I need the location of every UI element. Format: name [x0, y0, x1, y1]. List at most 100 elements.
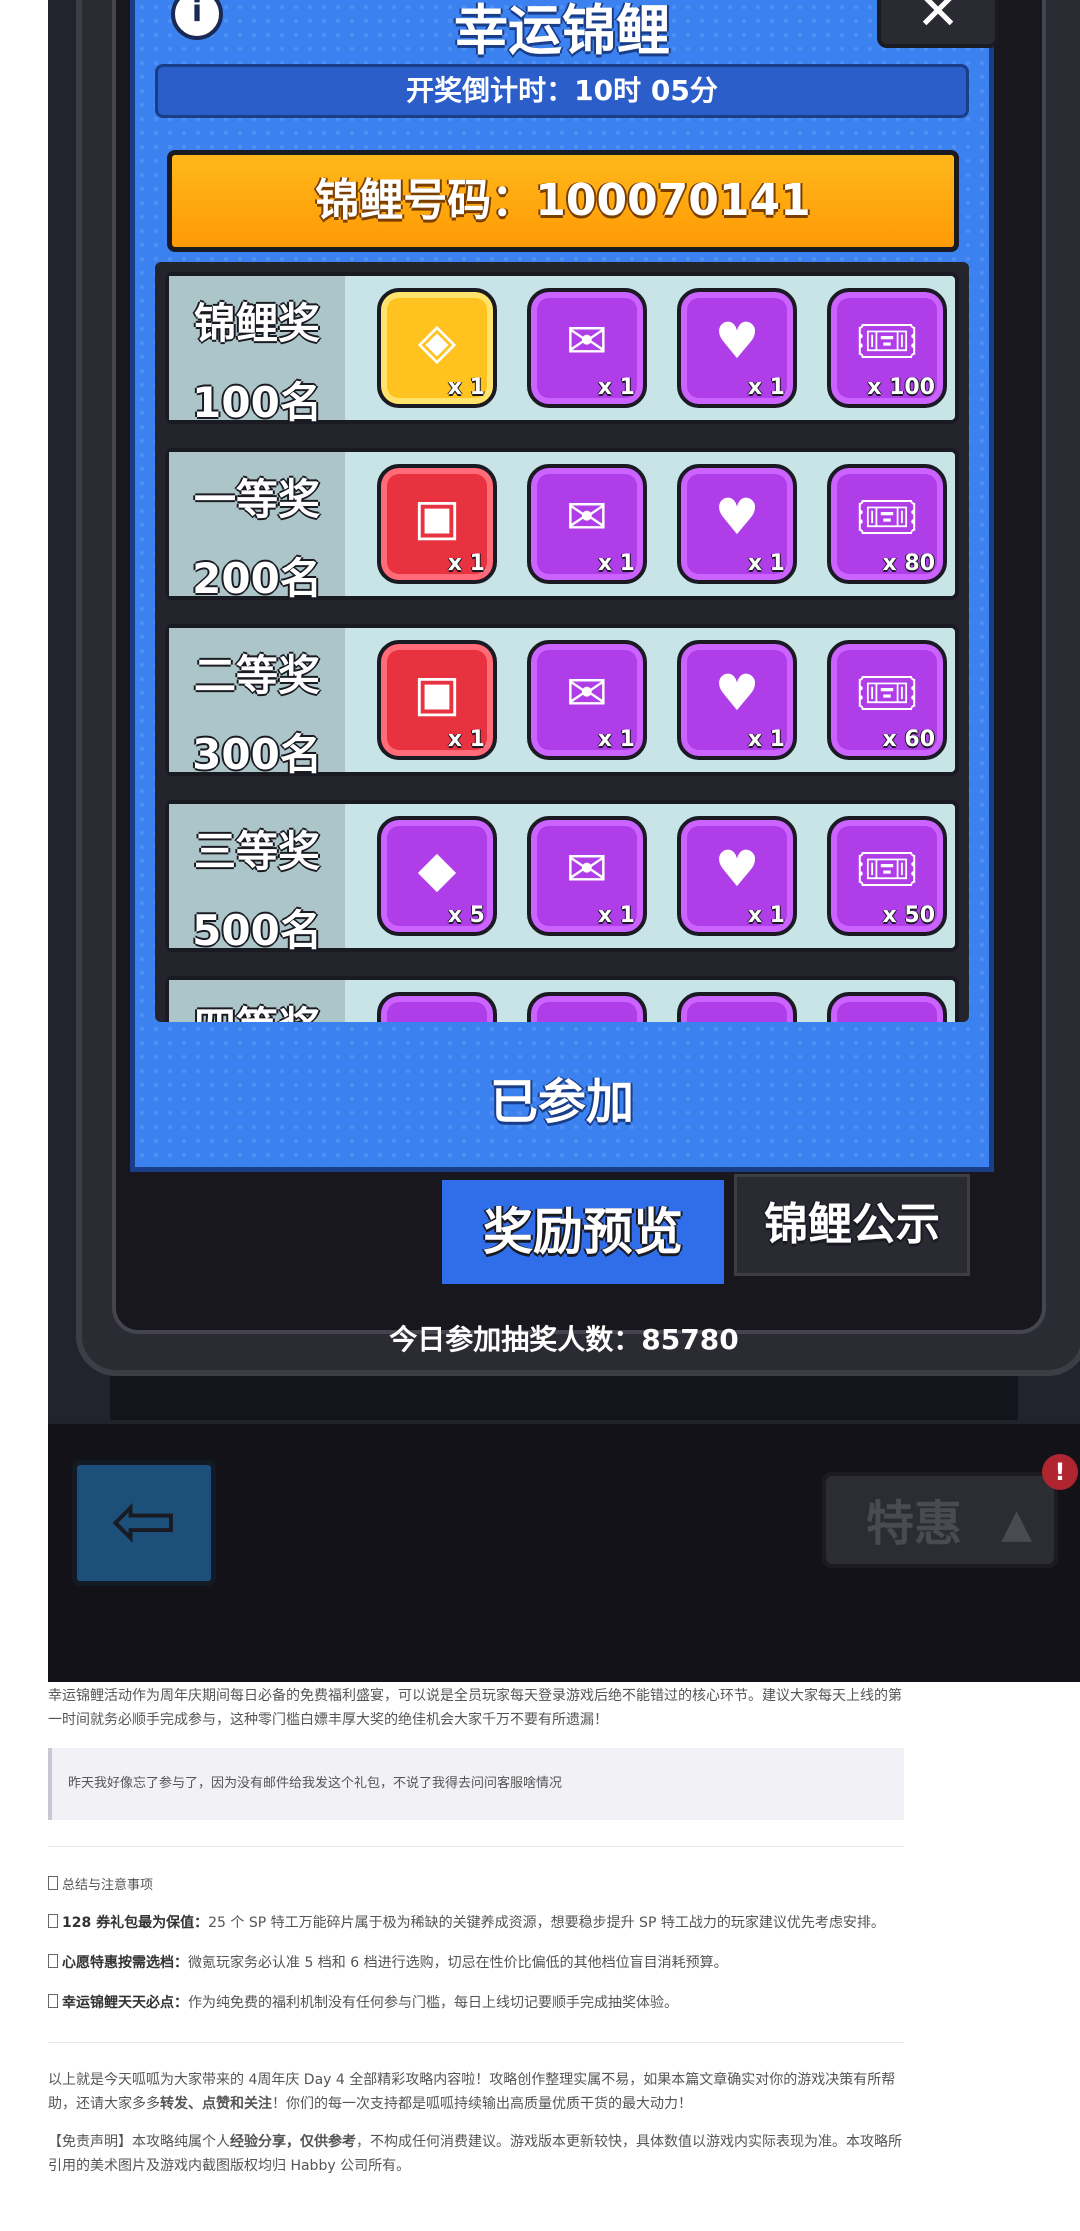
prize-item[interactable]: ✉ x 1	[527, 640, 647, 760]
prize-quantity: x 1	[747, 551, 785, 576]
prize-item[interactable]	[827, 992, 947, 1022]
bottom-bar: ⇦ 特惠 ▲ !	[48, 1420, 1080, 1682]
heart-envelope-icon: ✉	[566, 312, 608, 370]
red-chest-icon: ▣	[413, 488, 461, 546]
prize-tier-count: 300名	[192, 730, 322, 779]
prize-item[interactable]	[677, 992, 797, 1022]
modal-title: 幸运锦鲤	[454, 0, 670, 62]
joined-button[interactable]: 已参加	[135, 1062, 989, 1132]
prize-quantity: x 1	[597, 551, 635, 576]
summary-item: 幸运锦鲤天天必点：作为纯免费的福利机制没有任何参与门槛，每日上线切记要顺手完成抽…	[48, 1992, 904, 2012]
prize-quantity: x 1	[597, 727, 635, 752]
prize-quantity: x 80	[882, 551, 935, 576]
prize-item[interactable]: ✉ x 1	[527, 288, 647, 408]
placeholder-glyph-icon	[48, 1914, 58, 1928]
heart-card-icon: ♥	[714, 488, 760, 546]
prize-item[interactable]: ♥ x 1	[677, 816, 797, 936]
prize-item[interactable]: ▣ x 1	[377, 640, 497, 760]
prize-row: 三等奖 500名 ◆ x 5 ✉ x 1 ♥ x 1 🎟 x 50	[165, 800, 959, 955]
ticket-icon: 🎟	[855, 840, 919, 898]
prize-tier-count: 200名	[192, 554, 322, 603]
prize-tier-label: 二等奖 300名	[169, 628, 345, 779]
prize-quantity: x 60	[882, 727, 935, 752]
special-offer-label: 特惠	[866, 1496, 963, 1552]
divider	[48, 2042, 904, 2043]
ticket-icon: 🎟	[855, 488, 919, 546]
red-chest-icon: ▣	[413, 664, 461, 722]
lucky-koi-modal: i 幸运锦鲤 ✕ 开奖倒计时：10时 05分 锦鲤号码：100070141 锦鲤…	[130, 0, 999, 1172]
prize-item[interactable]: 🎟 x 60	[827, 640, 947, 760]
arrow-up-icon: ▲	[1001, 1501, 1032, 1547]
heart-card-icon: ♥	[714, 312, 760, 370]
close-button[interactable]: ✕	[877, 0, 999, 48]
prize-tier-title: 一等奖	[193, 475, 320, 524]
prize-quantity: x 1	[447, 727, 485, 752]
prize-quantity: x 5	[447, 903, 485, 928]
prize-item[interactable]: ◆ x 5	[377, 816, 497, 936]
prize-quantity: x 50	[882, 903, 935, 928]
prize-item[interactable]: ♥ x 1	[677, 288, 797, 408]
prize-quantity: x 1	[597, 375, 635, 400]
heart-envelope-icon: ✉	[566, 664, 608, 722]
section-title: 总结与注意事项	[48, 1874, 904, 1893]
prize-item[interactable]: ♥ x 1	[677, 640, 797, 760]
prize-tier-label: 四等奖	[169, 980, 345, 1022]
prize-tier-count: 500名	[192, 906, 322, 955]
prize-quantity: x 1	[747, 375, 785, 400]
koi-number: 锦鲤号码：100070141	[167, 150, 959, 252]
prize-tier-title: 四等奖	[169, 994, 345, 1022]
prize-tier-title: 锦鲤奖	[193, 299, 320, 348]
prize-item[interactable]: ♥ x 1	[677, 464, 797, 584]
prize-list[interactable]: 锦鲤奖 100名 ◈ x 1 ✉ x 1 ♥ x 1 🎟 x 100 一等奖 200名 ▣ x 1 ✉ x 1…	[155, 262, 969, 1022]
countdown-timer: 开奖倒计时：10时 05分	[155, 64, 969, 118]
participants-count: 今日参加抽奖人数：85780	[389, 1323, 739, 1356]
prize-item[interactable]: ✉ x 1	[527, 816, 647, 936]
prize-item[interactable]: 🎟 x 80	[827, 464, 947, 584]
closing-paragraph: 以上就是今天呱呱为大家带来的 4周年庆 Day 4 全部精彩攻略内容啦！攻略创作…	[48, 2072, 896, 2112]
ticket-icon: 🎟	[855, 312, 919, 370]
prize-row: 锦鲤奖 100名 ◈ x 1 ✉ x 1 ♥ x 1 🎟 x 100	[165, 272, 959, 427]
prize-tier-title: 三等奖	[193, 827, 320, 876]
game-screenshot: i 幸运锦鲤 ✕ 开奖倒计时：10时 05分 锦鲤号码：100070141 锦鲤…	[48, 0, 1080, 1682]
placeholder-glyph-icon	[48, 1876, 58, 1890]
placeholder-glyph-icon	[48, 1954, 58, 1968]
prize-quantity: x 100	[867, 375, 935, 400]
back-arrow-icon: ⇦	[110, 1474, 178, 1567]
prize-tier-label: 锦鲤奖 100名	[169, 276, 345, 427]
prize-row: 四等奖	[165, 976, 959, 1022]
prize-quantity: x 1	[597, 903, 635, 928]
prize-tier-label: 三等奖 500名	[169, 804, 345, 955]
prize-item[interactable]: 🎟 x 50	[827, 816, 947, 936]
prize-item[interactable]	[527, 992, 647, 1022]
article-paragraph: 幸运锦鲤活动作为周年庆期间每日必备的免费福利盛宴，可以说是全员玩家每天登录游戏后…	[48, 1688, 902, 1728]
divider	[48, 1846, 904, 1847]
prize-row: 二等奖 300名 ▣ x 1 ✉ x 1 ♥ x 1 🎟 x 60	[165, 624, 959, 779]
summary-item: 心愿特惠按需选档：微氪玩家务必认准 5 档和 6 档进行选购，切忌在性价比偏低的…	[48, 1952, 904, 1972]
tab-koi-announcement[interactable]: 锦鲤公示	[734, 1174, 970, 1276]
special-offer-button[interactable]: 特惠 ▲	[822, 1472, 1058, 1568]
prize-item[interactable]: 🎟 x 100	[827, 288, 947, 408]
placeholder-glyph-icon	[48, 1994, 58, 2008]
prize-item[interactable]: ◈ x 1	[377, 288, 497, 408]
prize-tier-title: 二等奖	[193, 651, 320, 700]
quote-block: 昨天我好像忘了参与了，因为没有邮件给我发这个礼包，不说了我得去问问客服啥情况	[48, 1748, 904, 1820]
prize-row: 一等奖 200名 ▣ x 1 ✉ x 1 ♥ x 1 🎟 x 80	[165, 448, 959, 603]
heart-card-icon: ♥	[714, 840, 760, 898]
heart-envelope-icon: ✉	[566, 840, 608, 898]
prize-quantity: x 1	[747, 903, 785, 928]
prize-item[interactable]: ✉ x 1	[527, 464, 647, 584]
prize-quantity: x 1	[747, 727, 785, 752]
heart-card-icon: ♥	[714, 664, 760, 722]
prize-quantity: x 1	[447, 375, 485, 400]
prize-tier-label: 一等奖 200名	[169, 452, 345, 603]
heart-envelope-icon: ✉	[566, 488, 608, 546]
tab-reward-preview[interactable]: 奖励预览	[442, 1180, 724, 1284]
summary-item: 128 券礼包最为保值：25 个 SP 特工万能碎片属于极为稀缺的关键养成资源，…	[48, 1912, 904, 1932]
disclaimer-paragraph: 【免责声明】本攻略纯属个人经验分享，仅供参考，不构成任何消费建议。游戏版本更新较…	[48, 2134, 902, 2174]
prize-tier-count: 100名	[192, 378, 322, 427]
prize-quantity: x 1	[447, 551, 485, 576]
prize-item[interactable]	[377, 992, 497, 1022]
treasure-chest-icon: ◈	[417, 312, 457, 370]
back-button[interactable]: ⇦	[72, 1460, 216, 1586]
prize-item[interactable]: ▣ x 1	[377, 464, 497, 584]
